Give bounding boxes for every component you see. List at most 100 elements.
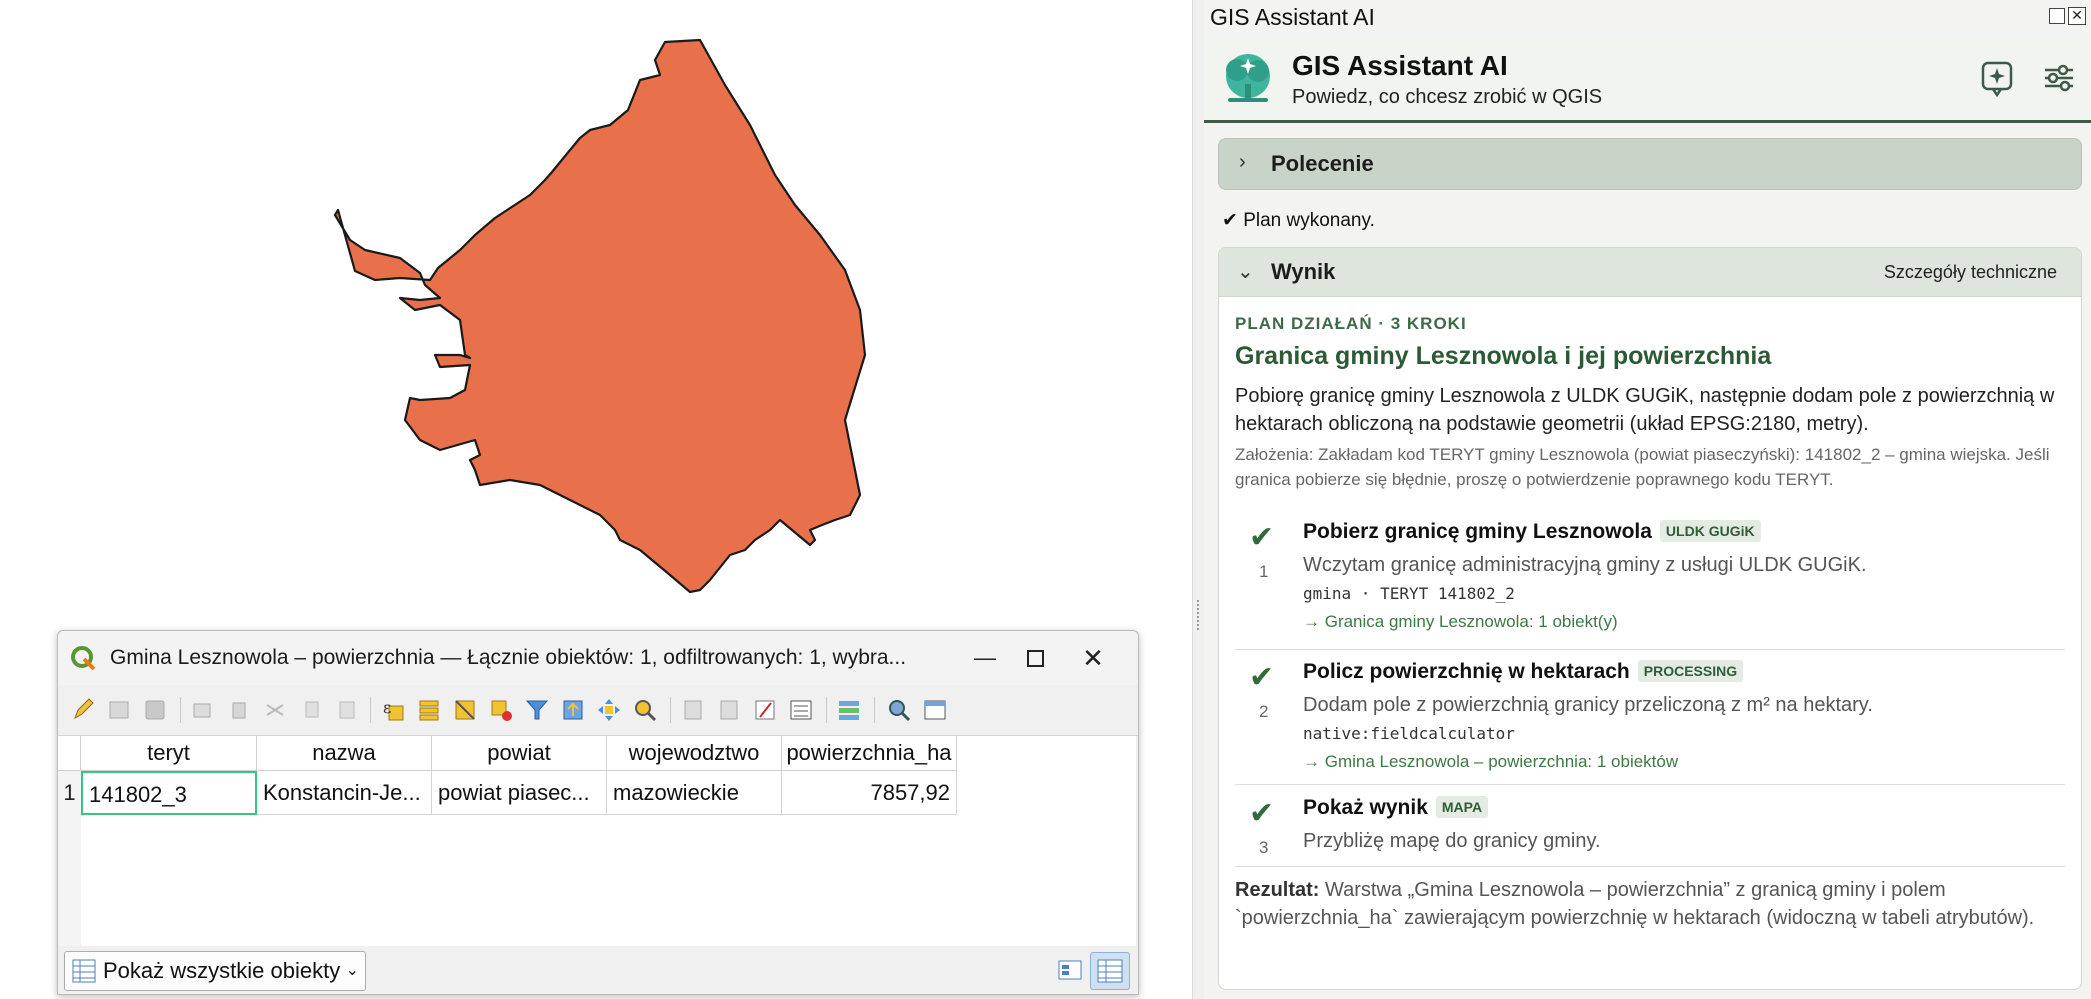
- close-dock-icon[interactable]: ✕: [2068, 7, 2086, 25]
- minimize-icon: —: [974, 645, 996, 670]
- multi-edit-icon[interactable]: [104, 695, 134, 725]
- select-all-icon[interactable]: [414, 695, 444, 725]
- close-button[interactable]: ✕: [1073, 639, 1113, 677]
- step-number: 3: [1259, 838, 1269, 857]
- result-section-label: Wynik: [1271, 259, 1336, 284]
- step-tag: PROCESSING: [1637, 660, 1744, 682]
- actions-icon[interactable]: [884, 695, 914, 725]
- step-divider: [1235, 866, 2065, 867]
- conditional-formatting-icon[interactable]: [834, 695, 864, 725]
- step-number: 1: [1259, 562, 1269, 581]
- float-dock-icon[interactable]: [2049, 8, 2065, 24]
- settings-button[interactable]: [2037, 56, 2081, 100]
- cut-icon[interactable]: [260, 695, 290, 725]
- toggle-editing-icon[interactable]: [68, 695, 98, 725]
- result-label: Rezultat:: [1235, 879, 1320, 901]
- technical-details-link[interactable]: Szczegóły techniczne: [1884, 262, 2057, 283]
- step-output: → Gmina Lesznowola – powierzchnia: 1 obi…: [1303, 752, 1679, 771]
- table-cell-wojewodztwo[interactable]: mazowieckie: [607, 771, 782, 815]
- svg-text:ε: ε: [383, 698, 391, 717]
- assistant-title: GIS Assistant AI: [1292, 50, 1508, 81]
- assistant-tree-logo-icon: [1226, 54, 1270, 102]
- table-cell-powierzchnia-ha[interactable]: 7857,92: [782, 771, 957, 815]
- invert-selection-icon[interactable]: [450, 695, 480, 725]
- show-all-features-label: Pokaż wszystkie obiekty: [103, 958, 341, 983]
- attribute-table-title: Gmina Lesznowola – powierzchnia — Łączni…: [110, 646, 907, 669]
- form-view-button[interactable]: [1056, 956, 1086, 986]
- map-view[interactable]: [0, 0, 1192, 630]
- deselect-all-icon[interactable]: [486, 695, 516, 725]
- qgis-logo-icon: [71, 646, 96, 671]
- attribute-table-window[interactable]: Gmina Lesznowola – powierzchnia — Łączni…: [57, 630, 1139, 995]
- maximize-icon: [1026, 649, 1044, 667]
- move-selection-to-top-icon[interactable]: [558, 695, 588, 725]
- new-field-icon[interactable]: [678, 695, 708, 725]
- assistant-subtitle: Powiedz, co chcesz zrobić w QGIS: [1292, 86, 1603, 108]
- result-summary: Rezultat: Warstwa „Gmina Lesznowola – po…: [1235, 876, 2075, 932]
- step-code: native:fieldcalculator: [1303, 724, 1515, 743]
- column-header-powiat[interactable]: powiat: [432, 736, 607, 771]
- gmina-polygon[interactable]: [333, 38, 867, 594]
- table-icon: [72, 959, 96, 983]
- pan-to-selection-icon[interactable]: [594, 695, 624, 725]
- column-header-powierzchnia-ha[interactable]: powierzchnia_ha: [782, 736, 957, 771]
- step-description: Dodam pole z powierzchnią granicy przeli…: [1303, 694, 1873, 716]
- plan-status: ✔ Plan wykonany.: [1222, 210, 1375, 231]
- result-card: ⌄ Wynik Szczegóły techniczne PLAN DZIAŁA…: [1218, 247, 2082, 990]
- show-all-features-dropdown[interactable]: Pokaż wszystkie obiekty ⌄: [64, 951, 366, 991]
- step-title: Policz powierzchnię w hektarach: [1303, 660, 1630, 683]
- step-number: 2: [1259, 702, 1269, 721]
- table-cell-teryt[interactable]: 141802_3: [81, 771, 257, 815]
- table-view-icon: [1097, 959, 1123, 983]
- column-header-teryt[interactable]: teryt: [81, 736, 257, 771]
- result-text: Warstwa „Gmina Lesznowola – powierzchnia…: [1235, 879, 2035, 929]
- step-title-wrap: Policz powierzchnię w hektarach PROCESSIN…: [1303, 660, 1744, 684]
- result-section-toggle[interactable]: ⌄ Wynik Szczegóły techniczne: [1219, 248, 2081, 297]
- chevron-down-icon: ⌄: [1237, 261, 1254, 283]
- attribute-table-grid[interactable]: teryt nazwa powiat wojewodztwo powierzch…: [58, 736, 1136, 946]
- save-edits-icon[interactable]: [140, 695, 170, 725]
- organize-columns-icon[interactable]: [750, 695, 780, 725]
- step-description: Wczytam granicę administracyjną gminy z …: [1303, 554, 1867, 576]
- delete-feature-icon[interactable]: [224, 695, 254, 725]
- corner-header: [58, 736, 81, 771]
- dock-title: GIS Assistant AI: [1210, 4, 1375, 30]
- plan-description: Pobiorę granicę gminy Lesznowola z ULDK …: [1235, 385, 2055, 435]
- table-cell-nazwa[interactable]: Konstancin-Je...: [257, 771, 432, 815]
- column-header-nazwa[interactable]: nazwa: [257, 736, 432, 771]
- command-section-label: Polecenie: [1271, 151, 1374, 176]
- filter-icon[interactable]: [522, 695, 552, 725]
- copy-icon[interactable]: [296, 695, 326, 725]
- row-header[interactable]: 1: [58, 771, 82, 816]
- dock-table-icon[interactable]: [920, 695, 950, 725]
- reload-table-icon[interactable]: [188, 695, 218, 725]
- command-section-toggle[interactable]: › Polecenie: [1218, 138, 2082, 190]
- check-icon: ✔: [1249, 661, 1275, 694]
- step-code: gmina · TERYT 141802_2: [1303, 584, 1515, 603]
- assistant-header: GIS Assistant AI Powiedz, co chcesz zrob…: [1204, 36, 2091, 123]
- paste-icon[interactable]: [332, 695, 362, 725]
- maximize-button[interactable]: [1015, 639, 1055, 677]
- plan-step: ✔ 3 Pokaż wynik MAPA Przybliżę mapę do gr…: [1235, 796, 2065, 866]
- select-by-expression-icon[interactable]: ε: [378, 695, 408, 725]
- zoom-to-selection-icon[interactable]: [630, 695, 660, 725]
- column-header-wojewodztwo[interactable]: wojewodztwo: [607, 736, 782, 771]
- chevron-right-icon: ›: [1239, 151, 1246, 173]
- step-description: Przybliżę mapę do granicy gminy.: [1303, 830, 1601, 852]
- check-icon: ✔: [1249, 521, 1275, 554]
- dock-titlebar[interactable]: GIS Assistant AI ✕: [1204, 0, 2091, 34]
- step-tag: MAPA: [1435, 796, 1489, 818]
- plan-step: ✔ 2 Policz powierzchnię w hektarach PROCE…: [1235, 660, 2065, 780]
- table-cell-powiat[interactable]: powiat piasec...: [432, 771, 607, 815]
- minimize-button[interactable]: —: [965, 639, 1005, 677]
- delete-field-icon[interactable]: [714, 695, 744, 725]
- attribute-table-titlebar[interactable]: Gmina Lesznowola – powierzchnia — Łączni…: [58, 631, 1138, 685]
- check-icon: ✔: [1249, 797, 1275, 830]
- step-divider: [1235, 784, 2065, 785]
- table-view-button[interactable]: [1090, 952, 1130, 990]
- plan-label: PLAN DZIAŁAŃ · 3 KROKI: [1235, 314, 1467, 333]
- sparkle-chat-icon: [1981, 61, 2013, 98]
- new-chat-button[interactable]: [1975, 56, 2019, 100]
- field-calculator-icon[interactable]: [786, 695, 816, 725]
- step-output: → Granica gminy Lesznowola: 1 obiekt(y): [1303, 612, 1618, 631]
